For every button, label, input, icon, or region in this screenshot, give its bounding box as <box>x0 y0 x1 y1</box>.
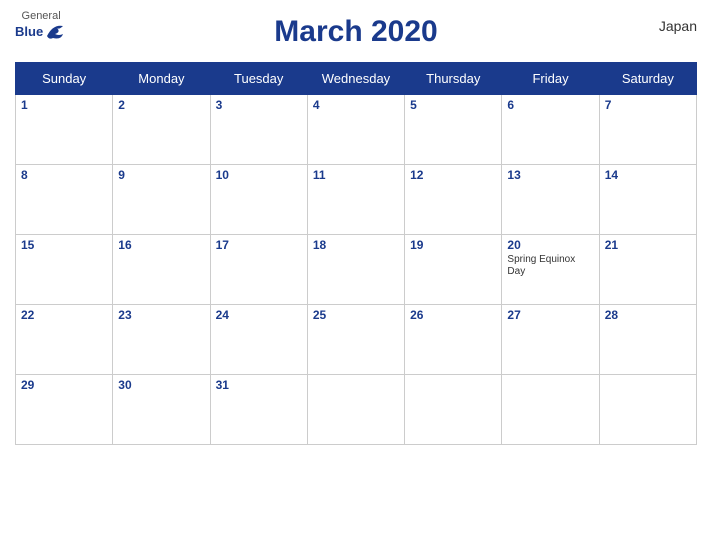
day-number: 21 <box>605 238 691 252</box>
day-number: 3 <box>216 98 302 112</box>
day-number: 8 <box>21 168 107 182</box>
calendar-day-cell: 12 <box>405 165 502 235</box>
day-number: 22 <box>21 308 107 322</box>
header-monday: Monday <box>113 63 210 95</box>
calendar-day-cell: 27 <box>502 305 599 375</box>
calendar-day-cell: 19 <box>405 235 502 305</box>
calendar-day-cell: 31 <box>210 375 307 445</box>
calendar-day-cell: 3 <box>210 95 307 165</box>
calendar-day-cell: 7 <box>599 95 696 165</box>
calendar-day-cell: 23 <box>113 305 210 375</box>
day-number: 25 <box>313 308 399 322</box>
day-number: 28 <box>605 308 691 322</box>
calendar-week-row: 89 10 11 12 13 14 <box>16 165 697 235</box>
month-title: March 2020 <box>274 15 437 49</box>
calendar-day-cell: 28 <box>599 305 696 375</box>
day-number: 19 <box>410 238 496 252</box>
calendar-day-cell: 17 <box>210 235 307 305</box>
header-sunday: Sunday <box>16 63 113 95</box>
day-number: 17 <box>216 238 302 252</box>
day-number: 5 <box>410 98 496 112</box>
calendar-header: General Blue March 2020 Japan <box>15 10 697 54</box>
day-number: 1 <box>21 98 107 112</box>
calendar-day-cell <box>502 375 599 445</box>
calendar-week-row: 1234567 <box>16 95 697 165</box>
logo-bird-icon <box>45 22 67 40</box>
day-number: 20 <box>507 238 593 252</box>
calendar-day-cell: 22 <box>16 305 113 375</box>
calendar-day-cell <box>405 375 502 445</box>
calendar-day-cell <box>307 375 404 445</box>
calendar-day-cell: 24 <box>210 305 307 375</box>
calendar-day-cell: 6 <box>502 95 599 165</box>
calendar-day-cell: 26 <box>405 305 502 375</box>
day-number: 2 <box>118 98 204 112</box>
header-saturday: Saturday <box>599 63 696 95</box>
calendar-day-cell: 18 <box>307 235 404 305</box>
day-number: 31 <box>216 378 302 392</box>
calendar-week-row: 29 30 31 <box>16 375 697 445</box>
day-number: 12 <box>410 168 496 182</box>
calendar-day-cell: 10 <box>210 165 307 235</box>
calendar-day-cell: 8 <box>16 165 113 235</box>
holiday-label: Spring Equinox Day <box>507 254 593 278</box>
calendar-day-cell: 30 <box>113 375 210 445</box>
day-number: 7 <box>605 98 691 112</box>
day-number: 29 <box>21 378 107 392</box>
logo-general-text: General <box>22 10 61 22</box>
logo-area: General Blue <box>15 10 67 40</box>
day-number: 15 <box>21 238 107 252</box>
calendar-day-cell: 20 Spring Equinox Day <box>502 235 599 305</box>
logo-blue-text: Blue <box>15 24 43 39</box>
day-number: 30 <box>118 378 204 392</box>
header-wednesday: Wednesday <box>307 63 404 95</box>
calendar-day-cell: 21 <box>599 235 696 305</box>
day-number: 6 <box>507 98 593 112</box>
day-number: 27 <box>507 308 593 322</box>
calendar-day-cell: 16 <box>113 235 210 305</box>
calendar-day-cell: 1 <box>16 95 113 165</box>
header-friday: Friday <box>502 63 599 95</box>
day-number: 26 <box>410 308 496 322</box>
calendar-day-cell: 14 <box>599 165 696 235</box>
day-number: 18 <box>313 238 399 252</box>
day-number: 11 <box>313 168 399 182</box>
calendar-day-cell: 15 <box>16 235 113 305</box>
day-number: 13 <box>507 168 593 182</box>
calendar-day-cell: 9 <box>113 165 210 235</box>
calendar-day-cell: 29 <box>16 375 113 445</box>
day-number: 16 <box>118 238 204 252</box>
calendar-table: Sunday Monday Tuesday Wednesday Thursday… <box>15 62 697 445</box>
day-number: 10 <box>216 168 302 182</box>
day-number: 23 <box>118 308 204 322</box>
day-number: 4 <box>313 98 399 112</box>
calendar-day-cell: 11 <box>307 165 404 235</box>
day-number: 24 <box>216 308 302 322</box>
weekday-header-row: Sunday Monday Tuesday Wednesday Thursday… <box>16 63 697 95</box>
calendar-container: General Blue March 2020 Japan Sunday Mon… <box>0 0 712 550</box>
calendar-week-row: 22 23 24 25 26 27 28 <box>16 305 697 375</box>
calendar-day-cell: 5 <box>405 95 502 165</box>
day-number: 9 <box>118 168 204 182</box>
header-tuesday: Tuesday <box>210 63 307 95</box>
calendar-day-cell: 13 <box>502 165 599 235</box>
calendar-day-cell <box>599 375 696 445</box>
calendar-day-cell: 2 <box>113 95 210 165</box>
calendar-day-cell: 4 <box>307 95 404 165</box>
calendar-day-cell: 25 <box>307 305 404 375</box>
header-thursday: Thursday <box>405 63 502 95</box>
calendar-week-row: 15 16 17 18 19 20 Spring Equinox Day 21 <box>16 235 697 305</box>
day-number: 14 <box>605 168 691 182</box>
country-label: Japan <box>659 18 697 34</box>
